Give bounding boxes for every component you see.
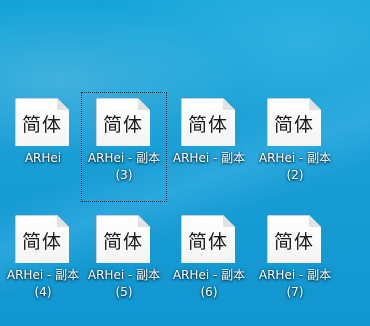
icon-label-line2: (2) xyxy=(286,168,304,182)
font-file-icon: 简体 xyxy=(15,215,69,263)
font-file-icon: 简体 xyxy=(15,98,69,146)
font-file-icon: 简体 xyxy=(267,215,321,263)
icon-label-line2: (7) xyxy=(286,285,304,299)
page-fold xyxy=(57,215,69,227)
desktop-icon-arhei-copy-2[interactable]: 简体 ARHei - 副本 (2) xyxy=(252,86,338,196)
icon-label: ARHei - 副本 (7) xyxy=(232,267,358,301)
font-preview-glyph: 简体 xyxy=(273,114,314,136)
font-file-icon: 简体 xyxy=(96,98,150,146)
page-fold xyxy=(57,98,69,110)
page-fold xyxy=(223,215,235,227)
font-file-icon: 简体 xyxy=(181,98,235,146)
page-fold xyxy=(223,98,235,110)
desktop[interactable]: 简体 ARHei 简体 ARHei - 副本 (3) 简体 ARHei - 副本 xyxy=(0,0,370,326)
font-file-icon: 简体 xyxy=(181,215,235,263)
desktop-icon-arhei-copy-3[interactable]: 简体 ARHei - 副本 (3) xyxy=(81,92,167,202)
icon-label: ARHei - 副本 (2) xyxy=(232,150,358,184)
font-preview-glyph: 简体 xyxy=(102,114,143,136)
page-fold xyxy=(138,98,150,110)
font-preview-glyph: 简体 xyxy=(102,231,143,253)
icon-label-line1: ARHei - 副本 xyxy=(258,151,332,165)
font-preview-glyph: 简体 xyxy=(187,231,228,253)
icon-label-line1: ARHei - 副本 xyxy=(258,268,332,282)
font-preview-glyph: 简体 xyxy=(187,114,228,136)
font-file-icon: 简体 xyxy=(96,215,150,263)
font-preview-glyph: 简体 xyxy=(273,231,314,253)
page-fold xyxy=(138,215,150,227)
font-file-icon: 简体 xyxy=(267,98,321,146)
page-fold xyxy=(309,98,321,110)
font-preview-glyph: 简体 xyxy=(21,114,62,136)
desktop-icon-arhei-copy-7[interactable]: 简体 ARHei - 副本 (7) xyxy=(252,203,338,313)
font-preview-glyph: 简体 xyxy=(21,231,62,253)
page-fold xyxy=(309,215,321,227)
